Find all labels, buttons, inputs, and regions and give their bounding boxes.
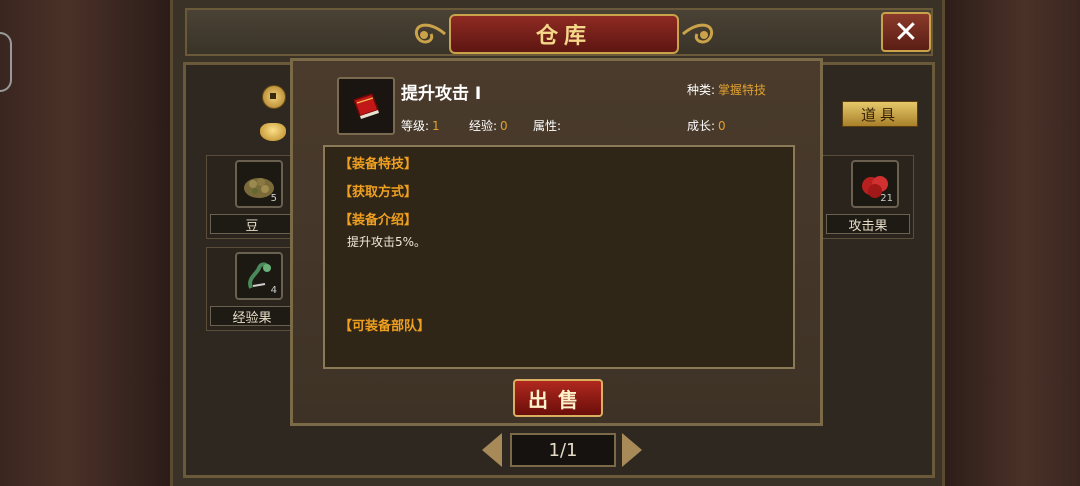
growth-row: 成长: 0 — [687, 117, 726, 134]
level-label: 等级: — [401, 119, 430, 133]
attr-row: 属性: — [533, 117, 564, 134]
exp-row: 经验: 0 — [469, 117, 508, 134]
item-name: 提升攻击 Ⅰ — [401, 84, 482, 104]
next-page-arrow-icon[interactable] — [622, 433, 642, 467]
scroll-ornament-right-icon — [682, 23, 714, 44]
intro-text: 提升攻击5%。 — [347, 235, 427, 249]
close-icon: ✕ — [893, 14, 919, 50]
red-fruit-icon: 21 — [851, 160, 899, 208]
attr-label: 属性: — [533, 119, 562, 133]
kind-label: 种类: — [687, 83, 716, 97]
section-skill: 【装备特技】 — [339, 157, 418, 172]
gold-ingot-icon — [260, 123, 286, 141]
bean-sack-icon: 5 — [235, 160, 283, 208]
scroll-ornament-left-icon — [414, 23, 446, 44]
item-label: 经验果 — [210, 306, 294, 326]
title-plaque: 仓库 — [449, 14, 679, 54]
page-indicator: 1/1 — [510, 433, 616, 467]
title-bar: 仓库 — [185, 8, 933, 56]
section-troops: 【可装备部队】 — [339, 319, 431, 334]
level-value: 1 — [432, 119, 440, 133]
description-box: 【装备特技】 【获取方式】 【装备介绍】 提升攻击5%。 【可装备部队】 — [323, 145, 795, 369]
sell-button[interactable]: 出售 — [513, 379, 603, 417]
inventory-slot[interactable]: 21 攻击果 — [822, 155, 914, 239]
pager: 1/1 — [482, 433, 642, 467]
item-label: 豆 — [210, 214, 294, 234]
exp-label: 经验: — [469, 119, 498, 133]
inventory-slot[interactable]: 4 经验果 — [206, 247, 298, 331]
section-obtain: 【获取方式】 — [339, 185, 418, 200]
item-detail-dialog: 提升攻击 Ⅰ 种类: 掌握特技 等级: 1 经验: 0 属性: 成长: 0 【装备特技】… — [290, 58, 823, 426]
growth-value: 0 — [718, 119, 726, 133]
kind-value: 掌握特技 — [718, 83, 767, 97]
background-right — [940, 0, 1080, 486]
coin-icon — [262, 85, 286, 109]
close-button[interactable]: ✕ — [881, 12, 931, 52]
tab-items[interactable]: 道具 — [842, 101, 918, 127]
red-book-icon — [337, 77, 395, 135]
item-count: 4 — [270, 285, 277, 296]
section-intro: 【装备介绍】 — [339, 213, 418, 228]
inventory-slot[interactable]: 5 豆 — [206, 155, 298, 239]
exp-value: 0 — [500, 119, 508, 133]
growth-label: 成长: — [687, 119, 716, 133]
side-handle[interactable] — [0, 32, 12, 92]
background-left — [0, 0, 170, 486]
item-count: 5 — [270, 193, 277, 204]
level-row: 等级: 1 — [401, 117, 440, 134]
prev-page-arrow-icon[interactable] — [482, 433, 502, 467]
kind-row: 种类: 掌握特技 — [687, 81, 766, 98]
window-title: 仓库 — [535, 24, 592, 49]
item-count: 21 — [880, 193, 893, 204]
item-label: 攻击果 — [826, 214, 910, 234]
green-dragon-fruit-icon: 4 — [235, 252, 283, 300]
